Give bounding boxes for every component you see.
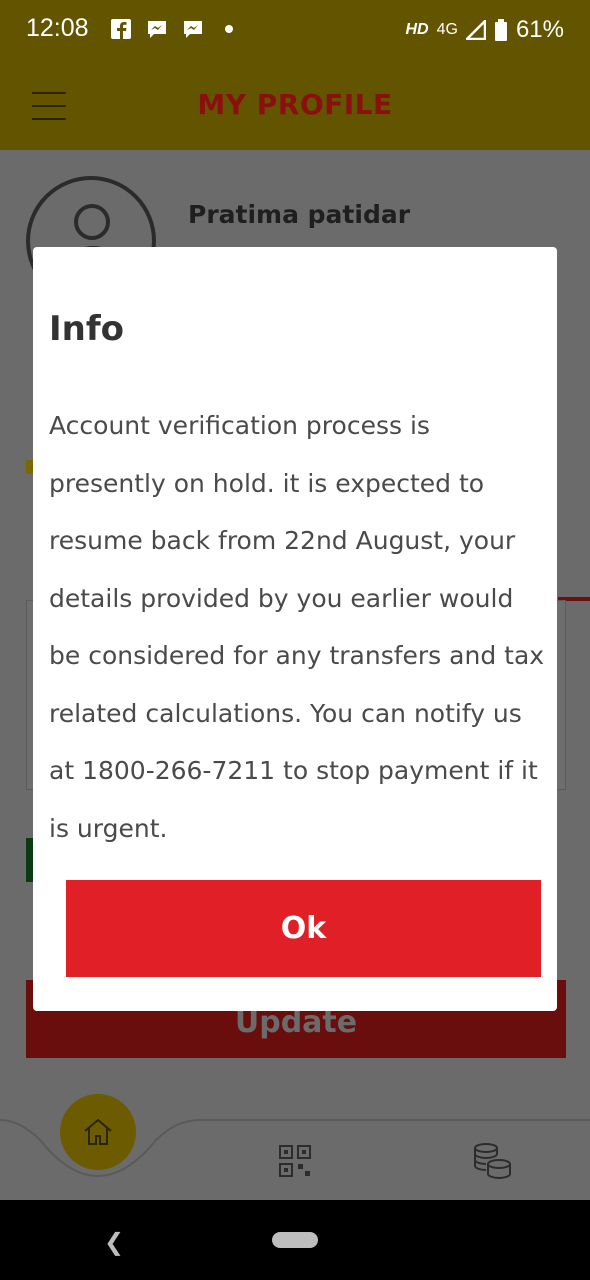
bottom-navigation <box>0 1082 590 1200</box>
hd-indicator: HD <box>405 21 429 38</box>
profile-name: Pratima patidar <box>188 200 411 229</box>
info-dialog: Info Account verification process is pre… <box>33 247 557 1011</box>
system-navigation-bar: ❮ <box>0 1200 590 1280</box>
facebook-icon <box>111 19 131 39</box>
network-type: 4G <box>436 21 458 38</box>
ok-button[interactable]: Ok <box>66 880 541 977</box>
notification-icons <box>110 18 240 40</box>
status-bar: 12:08 HD 4G 61% <box>0 0 590 60</box>
qr-code-icon[interactable] <box>278 1144 312 1178</box>
dot-icon <box>225 25 233 33</box>
page-title: MY PROFILE <box>197 88 393 121</box>
dialog-title: Info <box>49 309 125 349</box>
home-icon <box>84 1118 112 1145</box>
battery-icon <box>494 19 507 41</box>
battery-percent: 61% <box>515 16 564 43</box>
messenger-icon <box>148 21 166 38</box>
signal-icon <box>465 20 486 40</box>
dialog-message: Account verification process is presentl… <box>49 411 545 843</box>
status-indicators: HD 4G 61% <box>406 16 565 44</box>
back-icon[interactable]: ❮ <box>104 1228 124 1256</box>
messenger-icon <box>184 21 202 38</box>
home-pill[interactable] <box>272 1232 318 1248</box>
status-time: 12:08 <box>26 14 89 42</box>
coins-icon[interactable] <box>472 1142 512 1180</box>
app-bar: MY PROFILE <box>0 60 590 150</box>
home-button[interactable] <box>60 1094 136 1170</box>
